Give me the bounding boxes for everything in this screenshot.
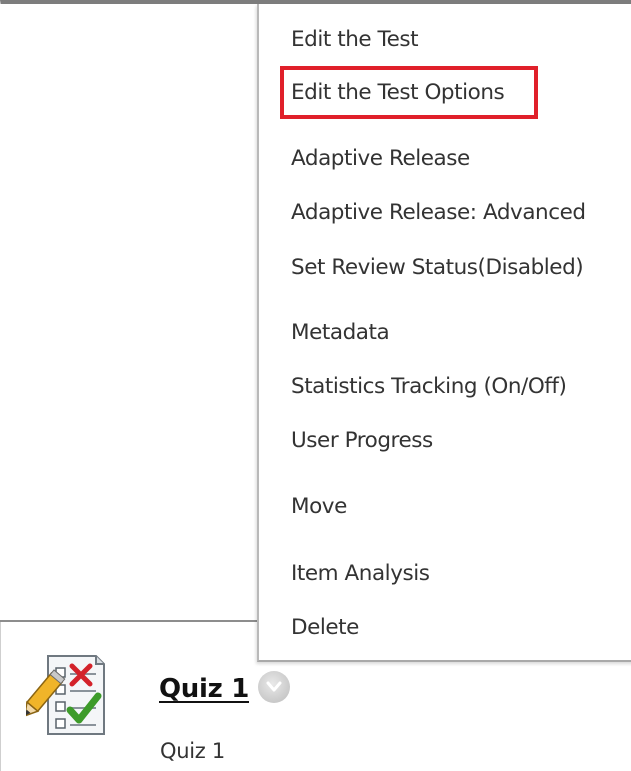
- quiz-title-link[interactable]: Quiz 1: [159, 671, 249, 707]
- context-menu: Edit the Test Edit the Test Options Adap…: [257, 4, 631, 662]
- menu-item-delete[interactable]: Delete: [291, 614, 359, 642]
- test-checklist-icon: [23, 652, 112, 738]
- quiz-description: Quiz 1: [160, 739, 225, 763]
- menu-item-metadata[interactable]: Metadata: [291, 319, 390, 347]
- menu-item-set-review-status[interactable]: Set Review Status(Disabled): [291, 254, 584, 282]
- menu-item-user-progress[interactable]: User Progress: [291, 427, 433, 455]
- menu-item-statistics-tracking[interactable]: Statistics Tracking (On/Off): [291, 373, 567, 401]
- menu-item-edit-test[interactable]: Edit the Test: [291, 26, 419, 54]
- menu-item-adaptive-release[interactable]: Adaptive Release: [291, 145, 470, 173]
- menu-item-item-analysis[interactable]: Item Analysis: [291, 560, 430, 588]
- menu-item-adaptive-release-advanced[interactable]: Adaptive Release: Advanced: [291, 199, 586, 227]
- content-area: [0, 4, 258, 622]
- menu-item-move[interactable]: Move: [291, 493, 347, 521]
- chevron-down-icon[interactable]: [258, 671, 290, 703]
- menu-item-edit-test-options[interactable]: Edit the Test Options: [291, 79, 505, 107]
